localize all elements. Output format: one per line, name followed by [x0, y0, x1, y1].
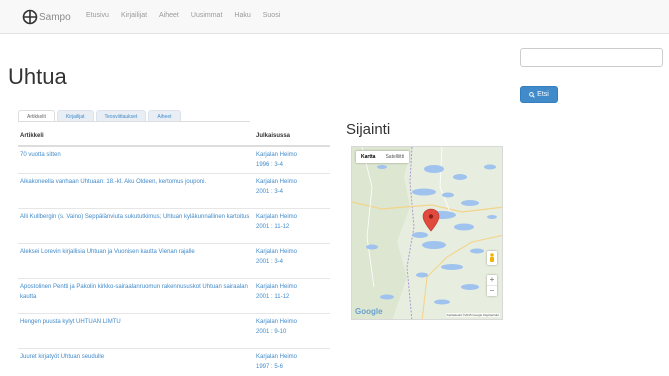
- publication-name: Karjalan Heimo: [256, 318, 298, 325]
- tab-aiheet[interactable]: Aiheet: [148, 110, 181, 121]
- nav-link-etusivu[interactable]: Etusivu: [86, 12, 109, 19]
- publication-issue: 2001 : 11-12: [256, 293, 290, 300]
- map-type-map[interactable]: Kartta: [356, 151, 380, 163]
- publication-link[interactable]: Karjalan Heimo 2001 : 3-4: [256, 177, 328, 197]
- table-row: Alli Kullbergin (s. Vaino) Seppälänviuta…: [18, 207, 330, 243]
- tab-teosviittaukset[interactable]: Teosviittaukset: [95, 110, 147, 121]
- article-link[interactable]: 70 vuotta sitten: [20, 150, 252, 160]
- table-row: Apostolinen Pentti ja Pakolin kirkko-sai…: [18, 277, 330, 313]
- publication-link[interactable]: Karjalan Heimo 2001 : 11-12: [256, 282, 328, 302]
- article-link[interactable]: Juuret kirjatyöt Uhtuan seudulle: [20, 352, 252, 362]
- plus-icon[interactable]: +: [487, 275, 497, 285]
- map-attribution[interactable]: Karttatiedot ©2015 Google Käyttöehdot: [445, 313, 500, 317]
- article-link[interactable]: Aikakoneella vanhaan Uhtuaan: 18.-kl. Ak…: [20, 177, 252, 187]
- publication-issue: 2001 : 3-4: [256, 188, 284, 195]
- pegman-icon[interactable]: [487, 251, 497, 265]
- publication-name: Karjalan Heimo: [256, 178, 298, 185]
- search-button[interactable]: Etsi: [520, 86, 558, 103]
- publication-link[interactable]: Karjalan Heimo 2001 : 9-10: [256, 317, 328, 337]
- table-row: Aleksei Lorevin kirjallisia Uhtuan ja Vu…: [18, 242, 330, 278]
- article-link[interactable]: Aleksei Lorevin kirjallisia Uhtuan ja Vu…: [20, 247, 252, 257]
- nav-link-aiheet[interactable]: Aiheet: [159, 12, 179, 19]
- publication-issue: 2001 : 3-4: [256, 258, 284, 265]
- article-link[interactable]: Apostolinen Pentti ja Pakolin kirkko-sai…: [20, 282, 252, 302]
- publication-name: Karjalan Heimo: [256, 213, 298, 220]
- publication-issue: 1997 : 5-6: [256, 363, 284, 370]
- column-header-julkaisussa: Julkaisussa: [254, 126, 330, 147]
- search-icon: [529, 91, 535, 98]
- map-canvas: [352, 147, 502, 319]
- publication-link[interactable]: Karjalan Heimo 1997 : 5-6: [256, 352, 328, 372]
- publication-name: Karjalan Heimo: [256, 353, 298, 360]
- nav-link-uusimmat[interactable]: Uusimmat: [191, 12, 223, 19]
- table-header-row: Artikkeli Julkaisussa: [18, 126, 330, 147]
- tab-artikkelit[interactable]: Artikkelit: [18, 110, 55, 121]
- nav-link-haku[interactable]: Haku: [234, 12, 250, 19]
- brand-name: Sampo: [39, 11, 71, 23]
- articles-table: Artikkeli Julkaisussa 70 vuotta sitten K…: [18, 126, 330, 376]
- publication-link[interactable]: Karjalan Heimo 1996 : 3-4: [256, 150, 328, 170]
- location-heading: Sijainti: [346, 121, 391, 138]
- zoom-control: + −: [487, 275, 497, 296]
- map-type-control: Kartta Satelliitti: [356, 151, 410, 163]
- globe-logo-icon: [22, 9, 38, 25]
- nav-link-kirjailijat[interactable]: Kirjailijat: [121, 12, 147, 19]
- publication-issue: 2001 : 11-12: [256, 223, 290, 230]
- top-navbar: Sampo Etusivu Kirjailijat Aiheet Uusimma…: [0, 0, 669, 34]
- publication-name: Karjalan Heimo: [256, 248, 298, 255]
- google-logo: Google: [355, 307, 383, 316]
- publication-name: Karjalan Heimo: [256, 283, 298, 290]
- search-button-label: Etsi: [537, 91, 549, 98]
- brand-link[interactable]: Sampo: [22, 8, 71, 26]
- table-row: Hengen puusta kylyt UHTUAN LIMTU Karjala…: [18, 312, 330, 348]
- publication-name: Karjalan Heimo: [256, 152, 298, 158]
- column-header-artikkeli: Artikkeli: [18, 126, 254, 147]
- publication-issue: 2001 : 9-10: [256, 328, 287, 335]
- map-type-satellite[interactable]: Satelliitti: [380, 151, 409, 163]
- tab-kirjailijat[interactable]: Kirjailijat: [56, 110, 94, 121]
- table-row: Aikakoneella vanhaan Uhtuaan: 18.-kl. Ak…: [18, 172, 330, 208]
- table-row: Juuret kirjatyöt Uhtuan seudulle Karjala…: [18, 347, 330, 376]
- table-row: 70 vuotta sitten Karjalan Heimo 1996 : 3-…: [18, 145, 330, 173]
- nav-link-suosi[interactable]: Suosi: [263, 12, 281, 19]
- nav-links: Etusivu Kirjailijat Aiheet Uusimmat Haku…: [86, 12, 292, 19]
- publication-link[interactable]: Karjalan Heimo 2001 : 3-4: [256, 247, 328, 267]
- location-map[interactable]: Kartta Satelliitti + − Google Karttatied…: [351, 146, 503, 320]
- page-title: Uhtua: [8, 64, 67, 89]
- article-link[interactable]: Alli Kullbergin (s. Vaino) Seppälänviuta…: [20, 212, 252, 222]
- search-input[interactable]: [520, 48, 663, 67]
- minus-icon[interactable]: −: [487, 285, 497, 296]
- article-link[interactable]: Hengen puusta kylyt UHTUAN LIMTU: [20, 317, 252, 327]
- publication-link[interactable]: Karjalan Heimo 2001 : 11-12: [256, 212, 328, 232]
- publication-issue: 1996 : 3-4: [256, 162, 284, 168]
- content-tabs: Artikkelit Kirjailijat Teosviittaukset A…: [18, 110, 250, 122]
